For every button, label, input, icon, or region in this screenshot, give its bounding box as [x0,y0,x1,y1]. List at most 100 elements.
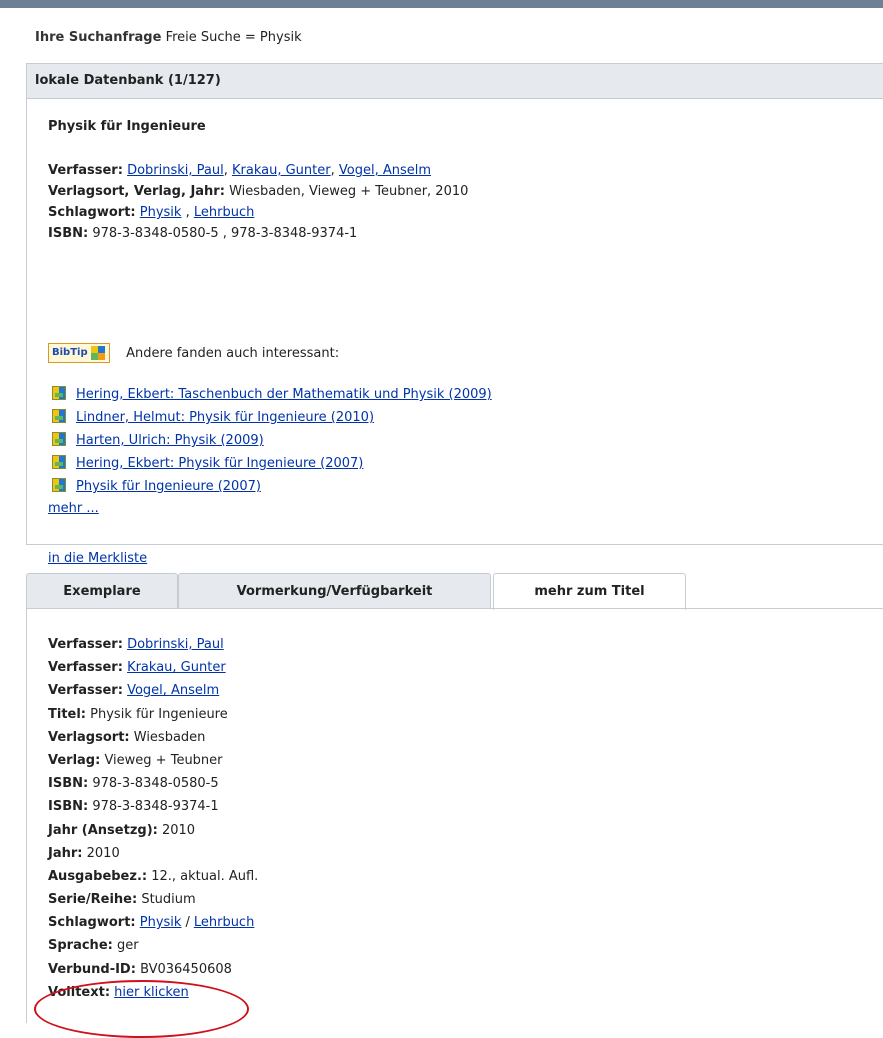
author-link-krakau[interactable]: Krakau, Gunter [127,660,226,675]
author-link-krakau[interactable]: Krakau, Gunter [232,163,331,178]
detail-label: Sprache: [48,938,113,954]
detail-label: Verlagsort: [48,729,130,745]
detail-label: Verfasser: [48,637,123,652]
subject-link-physik[interactable]: Physik [140,915,182,930]
isbn-label: ISBN: [48,226,89,241]
recommendation-link[interactable]: Hering, Ekbert: Physik für Ingenieure (2… [76,456,363,471]
detail-row: Jahr (Ansetzg): 2010 [48,819,258,842]
detail-value: ger [116,938,139,954]
recommendation-link[interactable]: Harten, Ulrich: Physik (2009) [76,433,264,448]
subject-link-lehrbuch[interactable]: Lehrbuch [194,205,254,220]
top-bar [0,0,883,8]
detail-label: Jahr (Ansetzg): [48,822,158,838]
detail-row: Verlag: Vieweg + Teubner [48,749,258,772]
bibtip-logo-text: BibTip [52,347,88,358]
detail-value: Vieweg + Teubner [104,752,223,768]
detail-label: Verbund-ID: [48,961,136,977]
detail-value: 2010 [86,845,120,861]
bibtip-heading: Andere fanden auch interessant: [126,345,340,361]
fulltext-link[interactable]: hier klicken [114,985,189,1000]
search-query-value: Freie Suche = Physik [165,30,302,45]
detail-row: Verfasser: Krakau, Gunter [48,656,258,679]
list-item: Harten, Ulrich: Physik (2009) [52,429,492,452]
detail-row: ISBN: 978-3-8348-0580-5 [48,772,258,795]
bibtip-item-icon [52,478,66,492]
database-header: lokale Datenbank (1/127) [27,64,883,99]
detail-label: Verfasser: [48,683,123,699]
detail-label: ISBN: [48,799,89,815]
recommendation-link[interactable]: Hering, Ekbert: Taschenbuch der Mathemat… [76,387,492,402]
detail-value: Wiesbaden [133,729,206,745]
detail-row: Verlagsort: Wiesbaden [48,726,258,749]
subject-link-physik[interactable]: Physik [140,205,182,220]
bibtip-item-icon [52,432,66,446]
detail-value: Physik für Ingenieure [90,706,228,722]
detail-value: 2010 [161,822,196,838]
detail-label: Verlag: [48,752,101,768]
bibtip-logo-icon [91,346,105,360]
authors-label: Verfasser: [48,163,123,178]
detail-label: ISBN: [48,776,89,792]
detail-value: 978-3-8348-9374-1 [92,799,219,815]
bibtip-item-icon [52,386,66,400]
more-recommendations-link[interactable]: mehr ... [48,501,99,516]
add-to-merkliste-link[interactable]: in die Merkliste [48,551,147,566]
record-summary: Physik für Ingenieure Verfasser: Dobrins… [48,119,883,566]
bibtip-recommendations: Hering, Ekbert: Taschenbuch der Mathemat… [52,383,492,498]
detail-label: Jahr: [48,845,83,861]
detail-label: Serie/Reihe: [48,892,138,908]
detail-row: Titel: Physik für Ingenieure [48,703,258,726]
detail-tabs: Exemplare Vormerkung/Verfügbarkeit mehr … [26,573,883,610]
tab-mehr-zum-titel[interactable]: mehr zum Titel [493,573,686,610]
detail-value: BV036450608 [140,961,232,977]
subject-label: Schlagwort: [48,205,136,220]
database-panel: lokale Datenbank (1/127) Physik für Inge… [26,63,883,566]
list-item: Physik für Ingenieure (2007) [52,475,492,498]
author-link-dobrinski[interactable]: Dobrinski, Paul [127,163,224,178]
bibtip-logo[interactable]: BibTip [48,343,110,363]
author-link-vogel[interactable]: Vogel, Anselm [127,683,219,698]
publisher-label: Verlagsort, Verlag, Jahr: [48,184,225,199]
authors-line: Verfasser: Dobrinski, Paul, Krakau, Gunt… [48,163,432,178]
detail-label: Schlagwort: [48,915,136,931]
isbn-value: 978-3-8348-0580-5 , 978-3-8348-9374-1 [92,226,358,241]
author-link-vogel[interactable]: Vogel, Anselm [339,163,431,178]
bibtip-item-icon [52,409,66,423]
list-item: Hering, Ekbert: Physik für Ingenieure (2… [52,452,492,475]
detail-row: Sprache: ger [48,934,258,957]
detail-row: Ausgabebez.: 12., aktual. Aufl. [48,865,258,888]
detail-value: 12., aktual. Aufl. [151,868,259,884]
detail-panel: Verfasser: Dobrinski, Paul Verfasser: Kr… [26,609,883,1023]
detail-label: Ausgabebez.: [48,868,148,884]
bibtip-item-icon [52,455,66,469]
detail-row: Verfasser: Dobrinski, Paul [48,633,258,656]
detail-row: Verfasser: Vogel, Anselm [48,679,258,702]
bibtip-header: BibTip Andere fanden auch interessant: [48,343,339,363]
publisher-line: Verlagsort, Verlag, Jahr: Wiesbaden, Vie… [48,181,883,202]
detail-label: Verfasser: [48,660,123,676]
detail-row: Volltext: hier klicken [48,981,258,1004]
list-item: Hering, Ekbert: Taschenbuch der Mathemat… [52,383,492,406]
detail-row: Verbund-ID: BV036450608 [48,958,258,981]
recommendation-link[interactable]: Physik für Ingenieure (2007) [76,479,261,494]
detail-row: Jahr: 2010 [48,842,258,865]
search-query: Ihre Suchanfrage Freie Suche = Physik [35,30,302,45]
detail-value: Studium [141,892,196,908]
tab-exemplare[interactable]: Exemplare [26,573,178,609]
detail-label: Titel: [48,706,87,722]
detail-label: Volltext: [48,984,111,1000]
list-item: Lindner, Helmut: Physik für Ingenieure (… [52,406,492,429]
recommendation-link[interactable]: Lindner, Helmut: Physik für Ingenieure (… [76,410,374,425]
tab-vormerkung[interactable]: Vormerkung/Verfügbarkeit [178,573,491,609]
subject-link-lehrbuch[interactable]: Lehrbuch [194,915,254,930]
publisher-value: Wiesbaden, Vieweg + Teubner, 2010 [229,184,469,199]
detail-value: 978-3-8348-0580-5 [92,776,219,792]
detail-row: ISBN: 978-3-8348-9374-1 [48,795,258,818]
record-title: Physik für Ingenieure [48,119,206,134]
detail-row: Schlagwort: Physik / Lehrbuch [48,915,255,931]
isbn-line: ISBN: 978-3-8348-0580-5 , 978-3-8348-937… [48,223,883,244]
author-link-dobrinski[interactable]: Dobrinski, Paul [127,637,224,652]
subject-line: Schlagwort: Physik , Lehrbuch [48,205,255,220]
detail-row: Serie/Reihe: Studium [48,888,258,911]
search-query-label: Ihre Suchanfrage [35,30,162,45]
